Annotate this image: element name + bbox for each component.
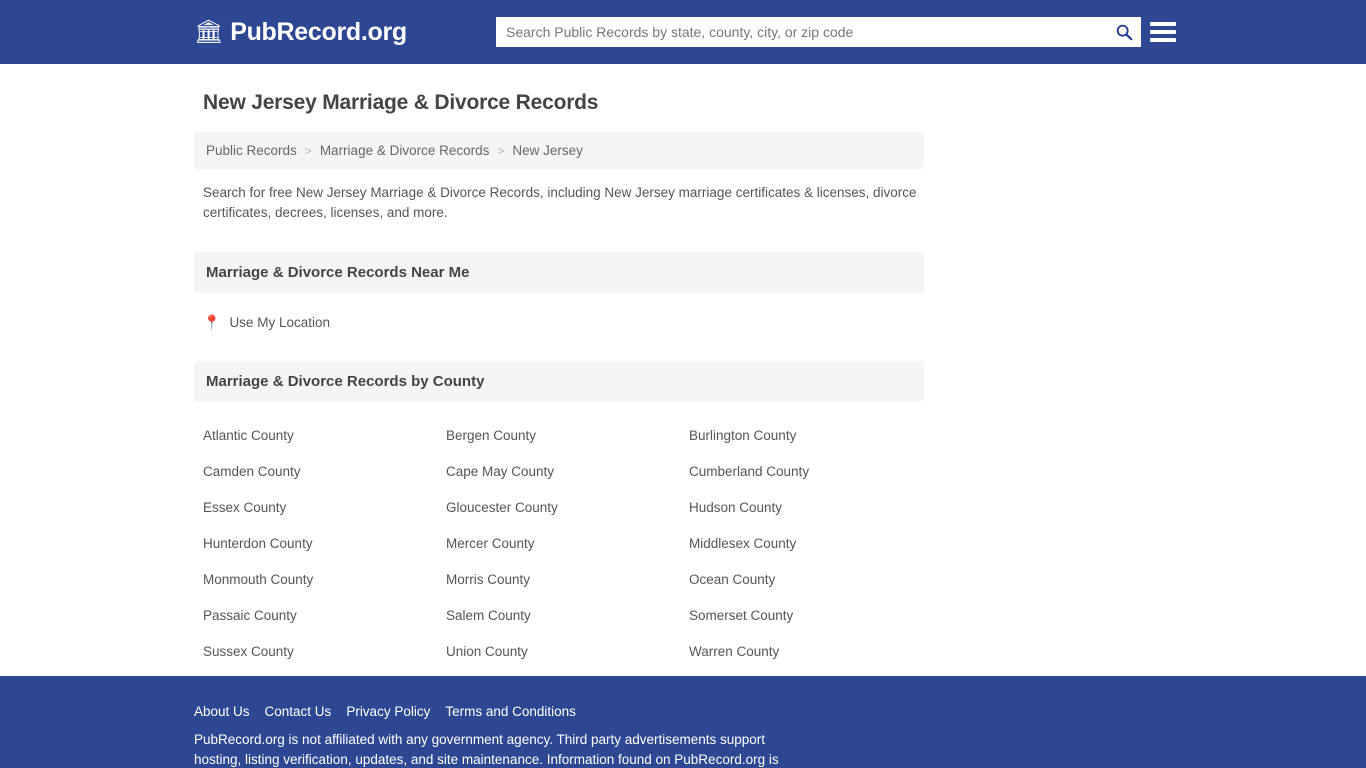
county-link[interactable]: Ocean County bbox=[689, 569, 924, 605]
main-content: New Jersey Marriage & Divorce Records Pu… bbox=[0, 64, 1366, 676]
breadcrumb-separator-icon: > bbox=[304, 143, 312, 158]
map-pin-icon: 📍 bbox=[203, 314, 221, 330]
hamburger-menu-button[interactable] bbox=[1150, 19, 1176, 45]
county-link[interactable]: Bergen County bbox=[446, 425, 689, 461]
page-description: Search for free New Jersey Marriage & Di… bbox=[203, 185, 917, 220]
county-link[interactable]: Atlantic County bbox=[203, 425, 446, 461]
county-link[interactable]: Monmouth County bbox=[203, 569, 446, 605]
county-link[interactable]: Gloucester County bbox=[446, 497, 689, 533]
use-my-location-row: 📍 Use My Location bbox=[194, 293, 924, 332]
county-link[interactable]: Sussex County bbox=[203, 641, 446, 677]
section-heading-by-county: Marriage & Divorce Records by County bbox=[194, 361, 924, 402]
site-footer: About Us Contact Us Privacy Policy Terms… bbox=[0, 676, 1366, 768]
hamburger-menu-icon-bar bbox=[1150, 22, 1176, 26]
county-link[interactable]: Essex County bbox=[203, 497, 446, 533]
footer-links: About Us Contact Us Privacy Policy Terms… bbox=[194, 704, 854, 719]
section-heading-near-me: Marriage & Divorce Records Near Me bbox=[194, 252, 924, 293]
bank-building-icon: 🏛 bbox=[194, 17, 224, 44]
county-link[interactable]: Burlington County bbox=[689, 425, 924, 461]
search-input[interactable] bbox=[496, 17, 1107, 47]
footer-link-about-us[interactable]: About Us bbox=[194, 704, 250, 719]
search-bar bbox=[496, 17, 1141, 47]
county-link[interactable]: Hudson County bbox=[689, 497, 924, 533]
page-title: New Jersey Marriage & Divorce Records bbox=[203, 91, 599, 114]
footer-link-terms-and-conditions[interactable]: Terms and Conditions bbox=[445, 704, 576, 719]
footer-disclaimer: PubRecord.org is not affiliated with any… bbox=[194, 732, 779, 767]
search-icon bbox=[1116, 24, 1133, 41]
breadcrumb-separator-icon: > bbox=[497, 143, 505, 158]
county-link[interactable]: Salem County bbox=[446, 605, 689, 641]
hamburger-menu-icon-bar bbox=[1150, 38, 1176, 42]
breadcrumb-item-public-records[interactable]: Public Records bbox=[206, 143, 297, 158]
county-link[interactable]: Hunterdon County bbox=[203, 533, 446, 569]
county-link[interactable]: Union County bbox=[446, 641, 689, 677]
county-list: Atlantic County Bergen County Burlington… bbox=[194, 425, 924, 677]
county-link[interactable]: Cumberland County bbox=[689, 461, 924, 497]
use-my-location-label: Use My Location bbox=[229, 314, 330, 330]
footer-link-contact-us[interactable]: Contact Us bbox=[265, 704, 332, 719]
header-logo-text: PubRecord.org bbox=[230, 17, 407, 46]
county-link[interactable]: Camden County bbox=[203, 461, 446, 497]
county-link[interactable]: Morris County bbox=[446, 569, 689, 605]
breadcrumb-item-marriage-divorce-records[interactable]: Marriage & Divorce Records bbox=[320, 143, 490, 158]
county-link[interactable]: Somerset County bbox=[689, 605, 924, 641]
breadcrumb-item-new-jersey: New Jersey bbox=[512, 143, 583, 158]
county-link[interactable]: Cape May County bbox=[446, 461, 689, 497]
county-link[interactable]: Middlesex County bbox=[689, 533, 924, 569]
header-logo[interactable]: 🏛 PubRecord.org bbox=[194, 18, 407, 47]
county-link[interactable]: Warren County bbox=[689, 641, 924, 677]
search-button[interactable] bbox=[1107, 17, 1141, 47]
use-my-location-button[interactable]: 📍 Use My Location bbox=[203, 315, 330, 330]
county-link[interactable]: Passaic County bbox=[203, 605, 446, 641]
footer-link-privacy-policy[interactable]: Privacy Policy bbox=[346, 704, 430, 719]
hamburger-menu-icon-bar bbox=[1150, 30, 1176, 34]
site-header: 🏛 PubRecord.org bbox=[0, 0, 1366, 64]
breadcrumb: Public Records > Marriage & Divorce Reco… bbox=[194, 132, 924, 169]
county-link[interactable]: Mercer County bbox=[446, 533, 689, 569]
